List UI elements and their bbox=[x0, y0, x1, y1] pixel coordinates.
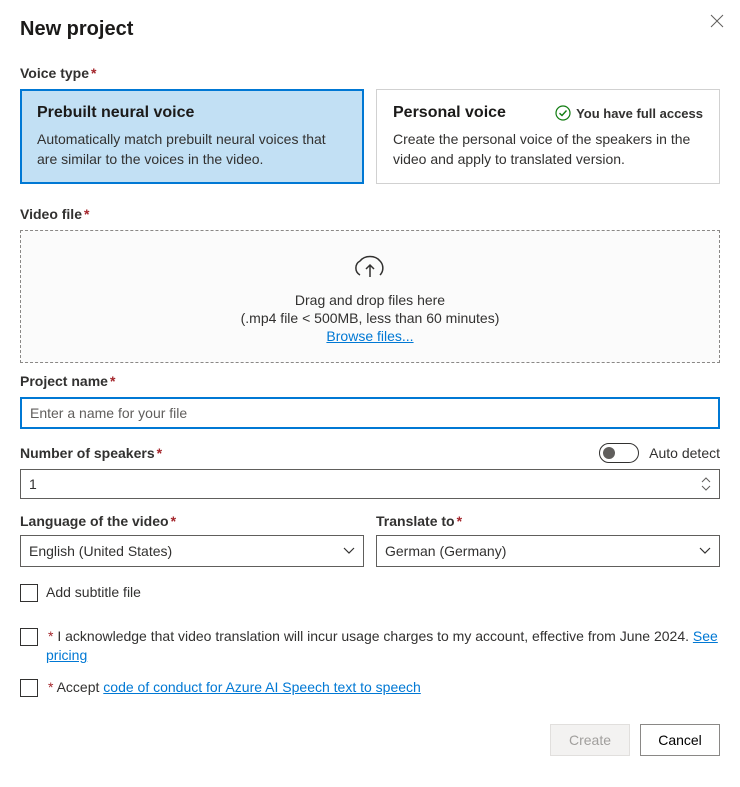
voice-type-label: Voice type* bbox=[20, 65, 720, 81]
auto-detect-label: Auto detect bbox=[649, 445, 720, 461]
translate-to-value: German (Germany) bbox=[385, 543, 506, 559]
lang-video-select[interactable]: English (United States) bbox=[20, 535, 364, 567]
speakers-stepper[interactable]: 1 bbox=[20, 469, 720, 499]
card-desc: Create the personal voice of the speaker… bbox=[393, 130, 703, 169]
chevron-down-icon[interactable] bbox=[701, 484, 711, 491]
close-icon bbox=[710, 14, 724, 28]
check-circle-icon bbox=[555, 105, 571, 121]
dialog-title: New project bbox=[20, 18, 720, 41]
upload-cloud-icon bbox=[350, 251, 390, 284]
chevron-down-icon bbox=[699, 547, 711, 555]
card-desc: Automatically match prebuilt neural voic… bbox=[37, 130, 347, 169]
speakers-value: 1 bbox=[29, 476, 37, 492]
translate-to-select[interactable]: German (Germany) bbox=[376, 535, 720, 567]
cancel-button[interactable]: Cancel bbox=[640, 724, 720, 756]
voice-card-personal[interactable]: Personal voice You have full access Crea… bbox=[376, 89, 720, 184]
project-name-label: Project name* bbox=[20, 373, 720, 389]
drop-constraint: (.mp4 file < 500MB, less than 60 minutes… bbox=[241, 310, 500, 326]
code-of-conduct-link[interactable]: code of conduct for Azure AI Speech text… bbox=[103, 679, 421, 695]
speakers-label: Number of speakers* bbox=[20, 445, 162, 461]
ack-conduct-checkbox[interactable] bbox=[20, 679, 38, 697]
add-subtitle-label: Add subtitle file bbox=[46, 583, 141, 603]
translate-to-label: Translate to* bbox=[376, 513, 720, 529]
file-dropzone[interactable]: Drag and drop files here (.mp4 file < 50… bbox=[20, 230, 720, 363]
voice-type-cards: Prebuilt neural voice Automatically matc… bbox=[20, 89, 720, 184]
card-title: Prebuilt neural voice bbox=[37, 104, 347, 122]
ack-conduct-text: Accept bbox=[57, 679, 104, 695]
create-button[interactable]: Create bbox=[550, 724, 630, 756]
access-badge: You have full access bbox=[555, 105, 703, 121]
close-button[interactable] bbox=[710, 14, 724, 31]
ack-charges-checkbox[interactable] bbox=[20, 628, 38, 646]
browse-files-link[interactable]: Browse files... bbox=[326, 328, 413, 344]
new-project-dialog: New project Voice type* Prebuilt neural … bbox=[0, 0, 740, 776]
add-subtitle-checkbox[interactable] bbox=[20, 584, 38, 602]
project-name-input[interactable] bbox=[20, 397, 720, 429]
drop-text: Drag and drop files here bbox=[295, 292, 445, 308]
lang-video-label: Language of the video* bbox=[20, 513, 364, 529]
video-file-label: Video file* bbox=[20, 206, 720, 222]
voice-card-prebuilt[interactable]: Prebuilt neural voice Automatically matc… bbox=[20, 89, 364, 184]
chevron-up-icon[interactable] bbox=[701, 477, 711, 484]
ack-charges-text: I acknowledge that video translation wil… bbox=[57, 628, 693, 644]
auto-detect-toggle[interactable] bbox=[599, 443, 639, 463]
lang-video-value: English (United States) bbox=[29, 543, 172, 559]
dialog-footer: Create Cancel bbox=[20, 724, 720, 756]
chevron-down-icon bbox=[343, 547, 355, 555]
card-title: Personal voice bbox=[393, 104, 506, 122]
speakers-row: Number of speakers* Auto detect bbox=[20, 443, 720, 463]
